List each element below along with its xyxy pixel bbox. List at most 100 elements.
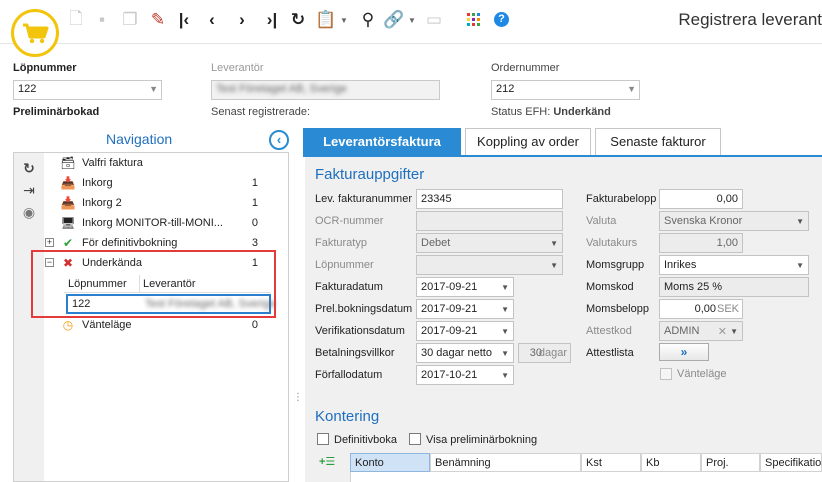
last-icon[interactable]: ›| [262,10,282,30]
clipboard-dropdown-icon[interactable]: ▼ [334,10,354,30]
row-lopnummer: 122 [72,298,91,310]
senast-registrerade-label: Senast registrerade: [211,106,311,118]
nav-item-label: Inkorg [82,177,113,189]
prel-bokningsdatum-field[interactable]: 2017-09-21 ▼ [416,299,514,319]
column-header-proj[interactable]: Proj. [701,453,760,472]
lopnummer-field-label: Löpnummer [315,259,374,271]
column-header-lopnummer[interactable]: Löpnummer [68,278,127,290]
tab-leverantorsfaktura[interactable]: Leverantörsfaktura [303,128,461,155]
momsbelopp-label: Momsbelopp [586,303,649,315]
verifikationsdatum-label: Verifikationsdatum [315,325,405,337]
fakturatyp-select[interactable]: Debet ▼ [416,233,563,253]
nav-item-label: För definitivbokning [82,237,178,249]
valuta-value: Svenska Kronor [664,215,743,227]
section-title-fakturauppgifter: Fakturauppgifter [315,166,425,183]
help-icon[interactable]: ? [494,12,509,27]
attestlista-button[interactable]: » [659,343,709,361]
chevron-down-icon: ▼ [501,349,509,358]
nav-item-count: 1 [251,177,258,189]
nav-item-inkorg-2[interactable]: 📥 Inkorg 2 1 [44,193,272,213]
lopnummer-select[interactable]: ▼ [416,255,563,275]
tab-koppling-av-order[interactable]: Koppling av order [465,128,591,155]
expand-icon[interactable]: + [45,238,54,247]
nav-item-label: Vänteläge [82,319,132,331]
clear-icon[interactable]: ✕ [718,325,727,338]
nav-item-label: Inkorg MONITOR-till-MONI... [82,217,223,229]
double-chevron-right-icon: » [680,345,688,359]
splitter-handle[interactable]: ⋮ [293,393,303,409]
column-header-benamning[interactable]: Benämning [430,453,581,472]
definitivboka-checkbox[interactable] [317,433,329,445]
leverantor-combo[interactable]: Test Företaget AB, Sverige [211,80,440,100]
momskod-field[interactable]: Moms 25 % [659,277,809,297]
momsgrupp-label: Momsgrupp [586,259,645,271]
link-dropdown-icon[interactable]: ▼ [402,10,422,30]
delete-icon[interactable]: ✎ [148,10,168,30]
eye-icon[interactable]: ◉ [20,203,38,221]
cart-button[interactable] [11,9,59,57]
fakturabelopp-field[interactable]: 0,00 [659,189,743,209]
momsbelopp-field[interactable]: 0,00 SEK [659,299,743,319]
column-header-konto[interactable]: Konto [350,453,430,472]
chevron-down-icon: ▼ [550,239,558,248]
column-header-leverantor[interactable]: Leverantör [143,278,196,290]
previous-icon[interactable]: ‹ [202,10,222,30]
clipboard-icon[interactable]: 📋 [315,10,336,30]
tab-senaste-fakturor[interactable]: Senaste fakturor [595,128,721,155]
status-efh-label: Status EFH: [491,106,551,118]
form-icon[interactable]: ▭ [424,10,444,30]
import-icon[interactable]: ⇥ [20,181,38,199]
search-icon[interactable]: ⚲ [358,10,378,30]
fakturadatum-field[interactable]: 2017-09-21 ▼ [416,277,514,297]
monitor-inbox-icon: 🖥 [60,216,76,230]
chevron-left-icon: ‹ [276,132,282,147]
column-header-kst[interactable]: Kst [581,453,641,472]
apps-grid-icon[interactable] [467,13,480,26]
refresh-icon[interactable]: ↻ [288,10,308,30]
nav-item-count: 0 [251,319,258,331]
betalningsvillkor-value: 30 dagar netto [421,347,492,359]
nav-item-inkorg[interactable]: 📥 Inkorg 1 [44,173,272,193]
lopnummer-value: 122 [18,83,37,95]
new-document-icon[interactable]: 🗋 [66,9,86,30]
betalningsvillkor-select[interactable]: 30 dagar netto ▼ [416,343,514,363]
nav-item-label: Inkorg 2 [82,197,122,209]
momsgrupp-select[interactable]: Inrikes ▼ [659,255,809,275]
verifikationsdatum-field[interactable]: 2017-09-21 ▼ [416,321,514,341]
copy-icon[interactable]: ❐ [120,10,140,30]
attestkod-select[interactable]: ADMIN ✕ ▼ [659,321,743,341]
chevron-down-icon: ▼ [627,84,636,94]
vantelage-checkbox[interactable] [660,368,672,380]
sub-table-row[interactable]: 122 Test Företaget AB, Sverige [66,294,276,314]
add-row-icon[interactable]: +☰ [319,455,343,473]
status-efh: Status EFH: Underkänd [491,106,611,118]
column-divider [139,275,140,293]
ordernummer-combo[interactable]: 212 ▼ [491,80,640,100]
chevron-down-icon: ▼ [730,327,738,336]
next-icon[interactable]: › [232,10,252,30]
first-icon[interactable]: |‹ [174,10,194,30]
chevron-down-icon: ▼ [796,261,804,270]
column-header-kb[interactable]: Kb [641,453,701,472]
lev-fakturanummer-field[interactable]: 23345 [416,189,563,209]
link-icon[interactable]: 🔗 [383,10,404,30]
betalningsvillkor-days: 30 dagar [518,343,571,363]
lopnummer-combo[interactable]: 122 ▼ [13,80,162,100]
clock-icon: ◷ [62,318,74,332]
save-icon[interactable]: ▪ [92,10,112,30]
nav-item-valfri-faktura[interactable]: 🗃 Valfri faktura [44,153,272,173]
nav-item-inkorg-monitor[interactable]: 🖥 Inkorg MONITOR-till-MONI... 0 [44,213,272,233]
visa-preliminarbokning-checkbox[interactable] [409,433,421,445]
lev-fakturanummer-label: Lev. fakturanummer [315,193,413,205]
attestkod-label: Attestkod [586,325,632,337]
valuta-select[interactable]: Svenska Kronor ▼ [659,211,809,231]
collapse-navigation-button[interactable]: ‹ [269,130,289,150]
ocr-field[interactable] [416,211,563,231]
refresh-icon[interactable]: ↻ [20,159,38,177]
ocr-label: OCR-nummer [315,215,384,227]
column-header-specifikation[interactable]: Specifikation [760,453,822,472]
valutakurs-field[interactable]: 1,00 [659,233,743,253]
forfallodatum-field[interactable]: 2017-10-21 ▼ [416,365,514,385]
nav-item-vantelage[interactable]: ◷ Vänteläge 0 [44,315,272,335]
days-unit: dagar [538,347,567,359]
